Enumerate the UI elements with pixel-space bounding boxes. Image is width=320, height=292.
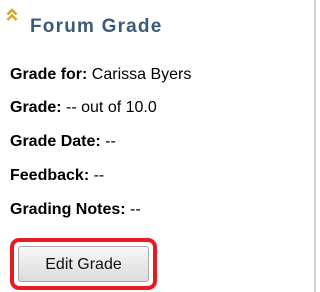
- grade-for-row: Grade for: Carissa Byers: [10, 65, 191, 85]
- grade-date-label: Grade Date:: [10, 133, 101, 150]
- grade-for-value: Carissa Byers: [87, 66, 192, 83]
- panel-header: Forum Grade: [0, 0, 314, 38]
- grade-row: Grade: -- out of 10.0: [10, 98, 157, 118]
- forum-grade-panel: Forum Grade Grade for: Carissa Byers Gra…: [0, 0, 316, 292]
- grading-notes-row: Grading Notes: --: [10, 200, 141, 220]
- feedback-label: Feedback:: [10, 167, 90, 184]
- grade-date-row: Grade Date: --: [10, 132, 116, 152]
- grading-notes-label: Grading Notes:: [10, 201, 126, 218]
- panel-title: Forum Grade: [30, 16, 163, 37]
- feedback-row: Feedback: --: [10, 166, 104, 186]
- grading-notes-value: --: [125, 201, 141, 218]
- grade-for-label: Grade for:: [10, 66, 88, 83]
- grade-value: -- out of 10.0: [61, 99, 157, 116]
- grade-label: Grade:: [10, 99, 62, 116]
- edit-grade-button[interactable]: Edit Grade: [18, 246, 149, 282]
- feedback-value: --: [89, 167, 105, 184]
- double-chevron-up-icon[interactable]: [6, 8, 18, 22]
- grade-date-value: --: [100, 133, 116, 150]
